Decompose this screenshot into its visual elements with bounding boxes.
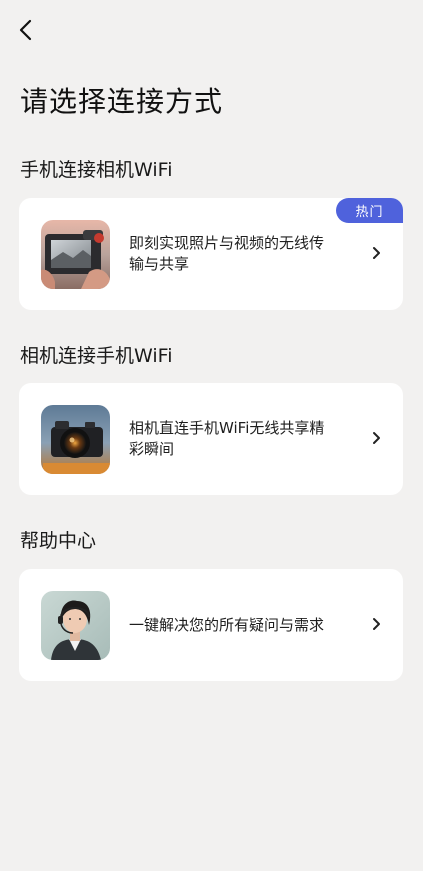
- vintage-camera-image: [41, 405, 110, 474]
- card-description: 一键解决您的所有疑问与需求: [129, 615, 325, 634]
- back-button[interactable]: [12, 16, 40, 44]
- camera-viewfinder-image: [41, 220, 110, 289]
- chevron-right-icon: [373, 618, 380, 630]
- card-description: 相机直连手机WiFi无线共享精彩瞬间: [129, 419, 325, 458]
- card-camera-to-phone-wifi[interactable]: 相机直连手机WiFi无线共享精彩瞬间: [19, 383, 403, 495]
- card-help-center[interactable]: 一键解决您的所有疑问与需求: [19, 569, 403, 681]
- card-description: 即刻实现照片与视频的无线传输与共享: [129, 234, 325, 273]
- section-title-phone-to-camera: 手机连接相机WiFi: [20, 159, 173, 181]
- section-title-help-center: 帮助中心: [20, 530, 97, 552]
- chevron-left-icon: [19, 19, 32, 41]
- card-phone-to-camera-wifi[interactable]: 即刻实现照片与视频的无线传输与共享 热门: [19, 198, 403, 310]
- chevron-right-icon: [373, 432, 380, 444]
- support-agent-image: [41, 591, 110, 660]
- section-title-camera-to-phone: 相机连接手机WiFi: [20, 345, 173, 367]
- chevron-right-icon: [373, 247, 380, 259]
- page-title: 请选择连接方式: [20, 85, 224, 118]
- hot-badge: 热门: [336, 198, 403, 223]
- connection-method-page: 请选择连接方式 手机连接相机WiFi 即刻实现照片与视频的无线传输与共享 热门 …: [0, 0, 423, 871]
